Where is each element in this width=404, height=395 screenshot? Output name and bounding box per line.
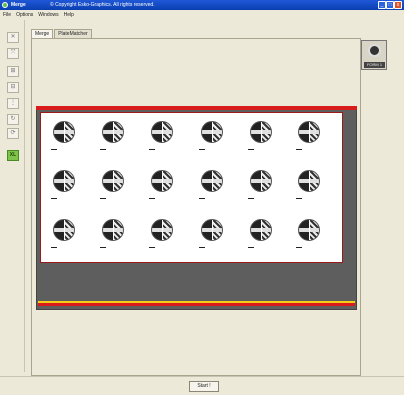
registration-mark [51,149,57,150]
registration-mark [51,247,57,248]
app-icon [2,2,8,8]
gripper-bar [36,106,357,110]
disc-slit [260,171,262,191]
registration-mark [100,198,106,199]
cd-label-artwork[interactable] [102,219,124,241]
start-button[interactable]: Start ! [189,381,219,392]
registration-mark [149,198,155,199]
tab-platematcher[interactable]: PlateMatcher [54,29,92,38]
cd-label-artwork[interactable] [201,170,223,192]
registration-mark [248,149,254,150]
layout-icon[interactable]: XL [7,150,19,161]
disc-slit [161,171,163,191]
distribute-icon[interactable]: ⊟ [7,82,19,93]
disc-slit [211,122,213,142]
disc-slit [211,171,213,191]
disc-slit [112,171,114,191]
cd-label-artwork[interactable] [53,170,75,192]
registration-mark [51,198,57,199]
menu-options[interactable]: Options [16,12,33,18]
disc-slit [308,171,310,191]
disc-slit [260,122,262,142]
cd-label-artwork[interactable] [53,121,75,143]
registration-mark [199,149,205,150]
registration-mark [199,247,205,248]
cd-label-artwork[interactable] [298,170,320,192]
stretch-icon[interactable]: ⤧ [7,48,19,59]
rotate-icon[interactable]: ↻ [7,114,19,125]
title-bar: Merge © Copyright Esko-Graphics. All rig… [0,0,404,10]
cd-label-artwork[interactable] [250,170,272,192]
close-button[interactable]: x [394,1,402,9]
registration-mark [149,247,155,248]
disc-slit [161,220,163,240]
disc-slit [211,220,213,240]
menu-bar: File Options Windows Help [0,10,404,19]
registration-mark [296,198,302,199]
window-title: Merge [11,2,26,8]
cd-label-artwork[interactable] [201,219,223,241]
thumbnail-label: FORM 1 [364,62,385,68]
refresh-icon[interactable]: ⟳ [7,128,19,139]
cd-label-artwork[interactable] [53,219,75,241]
tool-palette: ✕ ⤧ ⊞ ⊟ ⋮ ↻ ⟳ XL [3,20,25,372]
maximize-button[interactable]: □ [386,1,394,9]
registration-mark [248,247,254,248]
menu-windows[interactable]: Windows [38,12,58,18]
disc-slit [63,171,65,191]
crosshair-icon[interactable]: ✕ [7,32,19,43]
menu-help[interactable]: Help [64,12,74,18]
cd-label-artwork[interactable] [151,219,173,241]
registration-mark [296,149,302,150]
registration-mark [199,198,205,199]
disc-slit [63,122,65,142]
disc-slit [260,220,262,240]
press-sheet[interactable] [40,112,343,263]
disc-slit [308,122,310,142]
registration-mark [100,247,106,248]
minimize-button[interactable]: _ [378,1,386,9]
registration-mark [100,149,106,150]
cd-label-artwork[interactable] [250,219,272,241]
cd-label-artwork[interactable] [102,121,124,143]
status-bar: Start ! [0,376,404,395]
registration-mark [248,198,254,199]
form-thumbnail[interactable]: FORM 1 [361,40,387,70]
registration-mark [149,149,155,150]
paper-edge-bar [38,303,355,306]
disc-slit [63,220,65,240]
disc-preview-icon [368,44,381,57]
tab-strip: Merge PlateMatcher [31,29,93,38]
cd-label-artwork[interactable] [298,121,320,143]
disc-slit [161,122,163,142]
spacing-icon[interactable]: ⋮ [7,98,19,109]
menu-file[interactable]: File [3,12,11,18]
cd-label-artwork[interactable] [102,170,124,192]
cd-label-artwork[interactable] [298,219,320,241]
disc-slit [112,122,114,142]
disc-slit [308,220,310,240]
disc-slit [112,220,114,240]
cd-label-artwork[interactable] [250,121,272,143]
cd-label-artwork[interactable] [151,121,173,143]
align-icon[interactable]: ⊞ [7,66,19,77]
copyright-text: © Copyright Esko-Graphics. All rights re… [50,2,155,8]
tab-merge[interactable]: Merge [31,29,54,38]
registration-mark [296,247,302,248]
cd-label-artwork[interactable] [201,121,223,143]
cd-label-artwork[interactable] [151,170,173,192]
